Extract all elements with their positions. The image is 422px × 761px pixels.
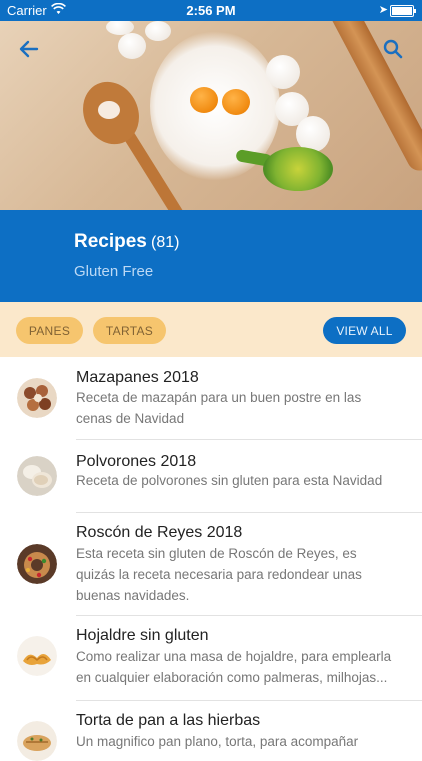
search-button[interactable]: [375, 33, 411, 69]
recipe-name: Torta de pan a las hierbas: [76, 712, 261, 729]
recipe-description: Como realizar una masa de hojaldre, para…: [76, 649, 392, 685]
location-arrow-icon: ➤: [378, 4, 388, 16]
back-button[interactable]: [11, 33, 47, 69]
hero-image: [0, 21, 422, 210]
recipe-count: (81): [151, 234, 180, 251]
recipe-name: Hojaldre sin gluten: [76, 627, 209, 644]
recipe-thumbnail: [17, 544, 57, 584]
filter-chip-tartas[interactable]: TARTAS: [93, 317, 166, 344]
recipe-name: Mazapanes 2018: [76, 369, 199, 386]
recipe-description: Receta de polvorones sin gluten para est…: [76, 473, 383, 488]
page-title: Recipes: [74, 231, 147, 252]
arrow-left-icon: [19, 40, 39, 63]
list-item[interactable]: Polvorones 2018 Receta de polvorones sin…: [0, 440, 422, 513]
status-bar: Carrier 2:56 PM ➤: [0, 0, 422, 21]
recipe-thumbnail: [17, 456, 57, 496]
clock: 2:56 PM: [186, 3, 236, 18]
recipe-thumbnail: [17, 721, 57, 761]
recipe-description: Un magnifico pan plano, torta, para acom…: [76, 734, 359, 749]
recipe-thumbnail: [17, 636, 57, 676]
recipe-description: Esta receta sin gluten de Roscón de Reye…: [76, 546, 362, 603]
list-item[interactable]: Hojaldre sin gluten Como realizar una ma…: [0, 616, 422, 701]
search-icon: [383, 39, 403, 64]
recipe-description: Receta de mazapán para un buen postre en…: [76, 390, 362, 426]
list-item[interactable]: Roscón de Reyes 2018 Esta receta sin glu…: [0, 513, 422, 616]
recipe-name: Polvorones 2018: [76, 453, 197, 470]
category-subtitle: Gluten Free: [74, 263, 154, 280]
filter-chip-panes[interactable]: PANES: [16, 317, 83, 344]
view-all-button[interactable]: VIEW ALL: [323, 317, 406, 344]
battery-icon: [390, 5, 416, 17]
category-header: Recipes (81) Gluten Free: [0, 210, 422, 302]
list-item[interactable]: Torta de pan a las hierbas Un magnifico …: [0, 701, 422, 761]
recipe-list: Mazapanes 2018 Receta de mazapán para un…: [0, 357, 422, 761]
recipe-thumbnail: [17, 378, 57, 418]
list-item[interactable]: Mazapanes 2018 Receta de mazapán para un…: [0, 357, 422, 440]
recipe-name: Roscón de Reyes 2018: [76, 524, 243, 541]
filter-bar: PANES TARTAS VIEW ALL: [0, 302, 422, 357]
